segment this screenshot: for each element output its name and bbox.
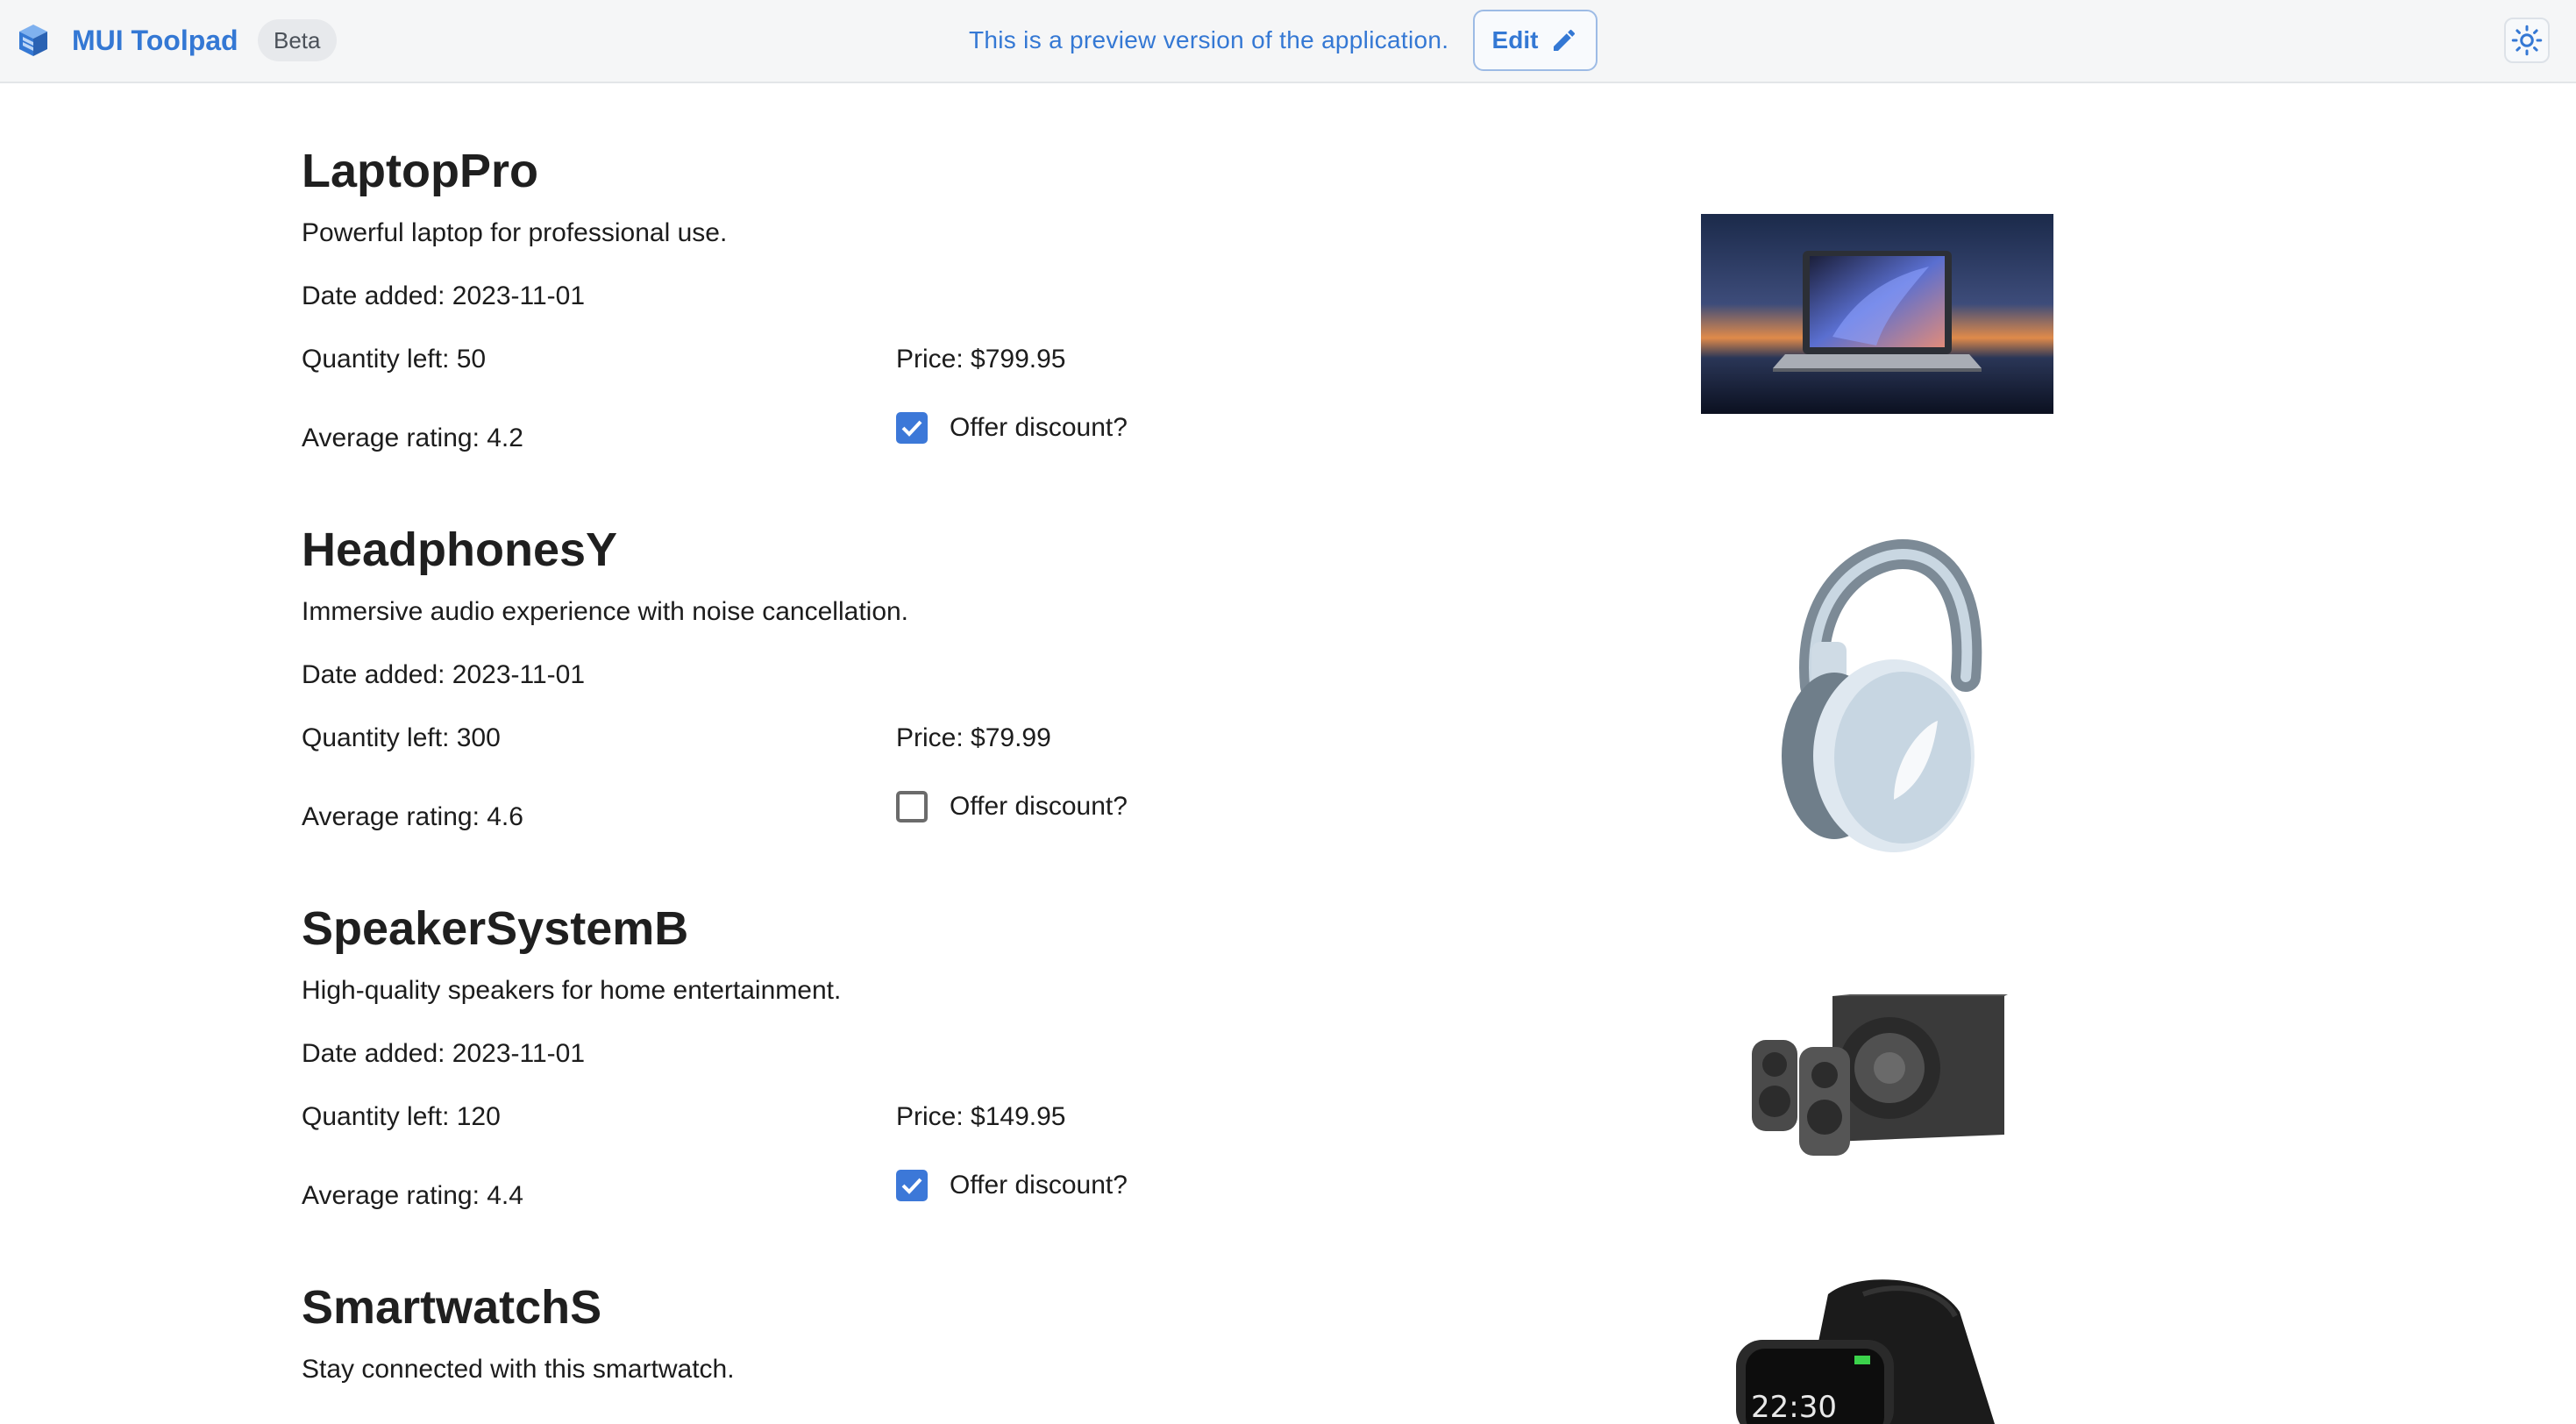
- edit-button[interactable]: Edit: [1473, 10, 1598, 71]
- offer-discount-label[interactable]: Offer discount?: [950, 787, 1128, 826]
- offer-discount-checkbox[interactable]: [896, 791, 928, 822]
- theme-toggle-button[interactable]: [2504, 18, 2550, 63]
- product-description: Powerful laptop for professional use.: [302, 218, 728, 247]
- offer-discount-label[interactable]: Offer discount?: [950, 1166, 1128, 1205]
- product-name: SpeakerSystemB: [302, 902, 689, 955]
- product-card: SmartwatchS Stay connected with this sma…: [0, 1277, 2576, 1424]
- beta-badge: Beta: [258, 19, 337, 61]
- checkmark-icon: [901, 1178, 922, 1194]
- laptop-image: [1701, 214, 2053, 414]
- headphones-image: [1782, 538, 1982, 852]
- smartwatch-image: 22:30: [1736, 1279, 1995, 1424]
- product-name: SmartwatchS: [302, 1281, 602, 1334]
- offer-discount-checkbox[interactable]: [896, 1170, 928, 1201]
- pencil-icon: [1554, 29, 1576, 51]
- app-title[interactable]: MUI Toolpad: [72, 21, 238, 60]
- product-description: Immersive audio experience with noise ca…: [302, 597, 909, 626]
- product-description: High-quality speakers for home entertain…: [302, 976, 842, 1005]
- product-name: LaptopPro: [302, 145, 538, 197]
- preview-notice: This is a preview version of the applica…: [969, 26, 1449, 53]
- product-card: HeadphonesY Immersive audio experience w…: [0, 519, 2576, 898]
- edit-button-label: Edit: [1491, 26, 1539, 53]
- product-card: LaptopPro Powerful laptop for profession…: [0, 140, 2576, 519]
- checkmark-icon: [901, 420, 922, 437]
- speaker-system-image: [1752, 994, 2008, 1156]
- product-description: Stay connected with this smartwatch.: [302, 1355, 735, 1384]
- offer-discount-checkbox[interactable]: [896, 412, 928, 444]
- toolpad-logo-icon[interactable]: [14, 21, 53, 60]
- sun-icon: [2511, 25, 2543, 56]
- product-card: SpeakerSystemB High-quality speakers for…: [0, 898, 2576, 1277]
- offer-discount-label[interactable]: Offer discount?: [950, 409, 1128, 447]
- product-name: HeadphonesY: [302, 523, 618, 576]
- app-bar: MUI Toolpad Beta This is a preview versi…: [0, 0, 2576, 83]
- watch-time: 22:30: [1751, 1390, 1837, 1424]
